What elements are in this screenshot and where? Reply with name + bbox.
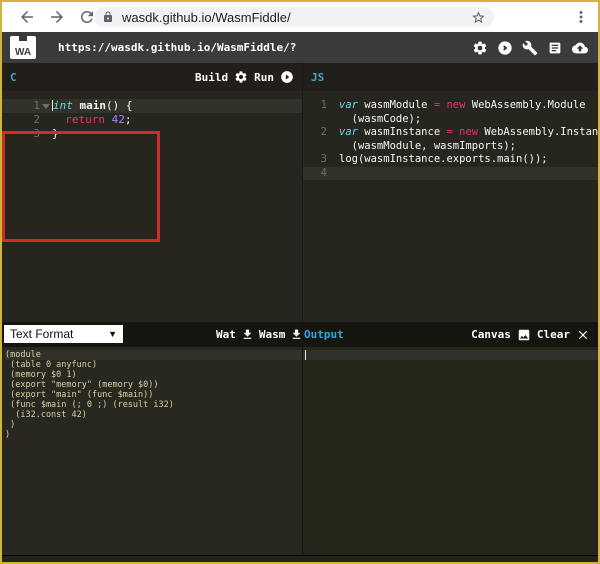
output-line: (memory $0 1) — [5, 370, 77, 380]
js-pane-header: JS — [303, 63, 598, 91]
wasm-download-button[interactable]: Wasm — [259, 328, 286, 341]
run-play-icon[interactable] — [280, 70, 294, 84]
wasm-logo: WA — [10, 36, 36, 59]
wat-download-button[interactable]: Wat — [216, 328, 236, 341]
code-line[interactable]: 2 return 42; — [2, 113, 302, 127]
output-line: (export "memory" (memory $0)) — [5, 380, 159, 390]
output-area: (module (table 0 anyfunc) (memory $0 1) … — [2, 347, 598, 555]
gear-icon[interactable] — [472, 40, 488, 56]
code-line[interactable]: 2 var wasmInstance = new WebAssembly.Inst… — [303, 126, 598, 140]
share-icon[interactable] — [572, 40, 588, 56]
code-line[interactable]: 1 var wasmModule = new WebAssembly.Module — [303, 99, 598, 113]
c-code-editor[interactable]: 1 int main() {2 return 42; 3} — [2, 91, 302, 322]
wasm-logo-text: WA — [14, 47, 32, 58]
download-group: Wat Wasm — [216, 322, 303, 347]
bottom-strip — [2, 555, 598, 562]
code-line[interactable]: 1 int main() { — [2, 99, 302, 113]
format-select-value: Text Format — [10, 327, 74, 341]
chevron-down-icon: ▼ — [108, 329, 117, 339]
tab-js: JS — [311, 70, 325, 84]
editor-area: C Build Run 1 int main() {2 return 42; 3} … — [2, 63, 598, 322]
output-line: (i32.const 42) — [5, 410, 87, 420]
text-cursor — [305, 350, 306, 360]
bottom-toolbar: Text Format ▼ Wat Wasm Output Canvas Cle… — [2, 322, 598, 347]
run-button[interactable]: Run — [254, 71, 274, 84]
back-icon[interactable] — [18, 8, 36, 26]
output-line: (module — [5, 350, 302, 360]
code-line[interactable]: 3} — [2, 127, 302, 141]
c-pane: C Build Run 1 int main() {2 return 42; 3} — [2, 63, 302, 322]
build-button[interactable]: Build — [195, 71, 228, 84]
address-url: wasdk.github.io/WasmFiddle/ — [122, 9, 291, 25]
code-line[interactable]: 3 log(wasmInstance.exports.main()); — [303, 153, 598, 167]
close-icon[interactable] — [576, 328, 590, 342]
app-header: WA https://wasdk.github.io/WasmFiddle/? — [2, 32, 598, 63]
canvas-button[interactable]: Canvas — [471, 328, 511, 341]
wat-output-pane[interactable]: (module (table 0 anyfunc) (memory $0 1) … — [2, 347, 302, 555]
canvas-clear-group: Canvas Clear — [471, 322, 590, 347]
output-line: ) — [5, 430, 11, 440]
image-icon[interactable] — [517, 328, 531, 342]
js-code-editor[interactable]: 1 var wasmModule = new WebAssembly.Module… — [303, 91, 598, 322]
fold-arrow-icon[interactable] — [42, 104, 50, 109]
build-run-group: Build Run — [195, 70, 294, 84]
app-url-text: https://wasdk.github.io/WasmFiddle/? — [58, 41, 297, 54]
play-circle-icon[interactable] — [497, 40, 513, 56]
output-tab-label: Output — [304, 322, 344, 347]
menu-icon[interactable] — [572, 8, 590, 26]
tab-c: C — [10, 70, 17, 84]
output-line: (func $main (; 0 ;) (result i32) — [5, 400, 174, 410]
docs-icon[interactable] — [547, 40, 563, 56]
console-output-pane[interactable] — [302, 347, 598, 555]
format-select[interactable]: Text Format ▼ — [4, 325, 123, 343]
output-label: Output — [304, 328, 344, 341]
c-pane-header: C Build Run — [2, 63, 302, 91]
output-line: (export "main" (func $main)) — [5, 390, 154, 400]
wasmfiddle-window: wasdk.github.io/WasmFiddle/ WA https://w… — [0, 0, 600, 564]
browser-chrome: wasdk.github.io/WasmFiddle/ — [2, 2, 598, 32]
js-pane: JS 1 var wasmModule = new WebAssembly.Mod… — [302, 63, 598, 322]
star-icon[interactable] — [471, 10, 486, 25]
code-line[interactable]: (wasmModule, wasmImports); — [303, 140, 598, 154]
address-bar[interactable]: wasdk.github.io/WasmFiddle/ — [94, 7, 494, 27]
header-actions — [472, 40, 588, 56]
forward-icon[interactable] — [48, 8, 66, 26]
build-gear-icon[interactable] — [234, 70, 248, 84]
download-icon[interactable] — [290, 328, 303, 341]
wrench-icon[interactable] — [522, 40, 538, 56]
clear-button[interactable]: Clear — [537, 328, 570, 341]
code-line[interactable]: (wasmCode); — [303, 113, 598, 127]
download-icon[interactable] — [241, 328, 254, 341]
lock-icon[interactable] — [102, 11, 114, 23]
output-line: ) — [5, 420, 16, 430]
code-line[interactable]: 4 — [303, 166, 598, 180]
output-line: (table 0 anyfunc) — [5, 360, 98, 370]
console-active-line — [303, 350, 598, 360]
